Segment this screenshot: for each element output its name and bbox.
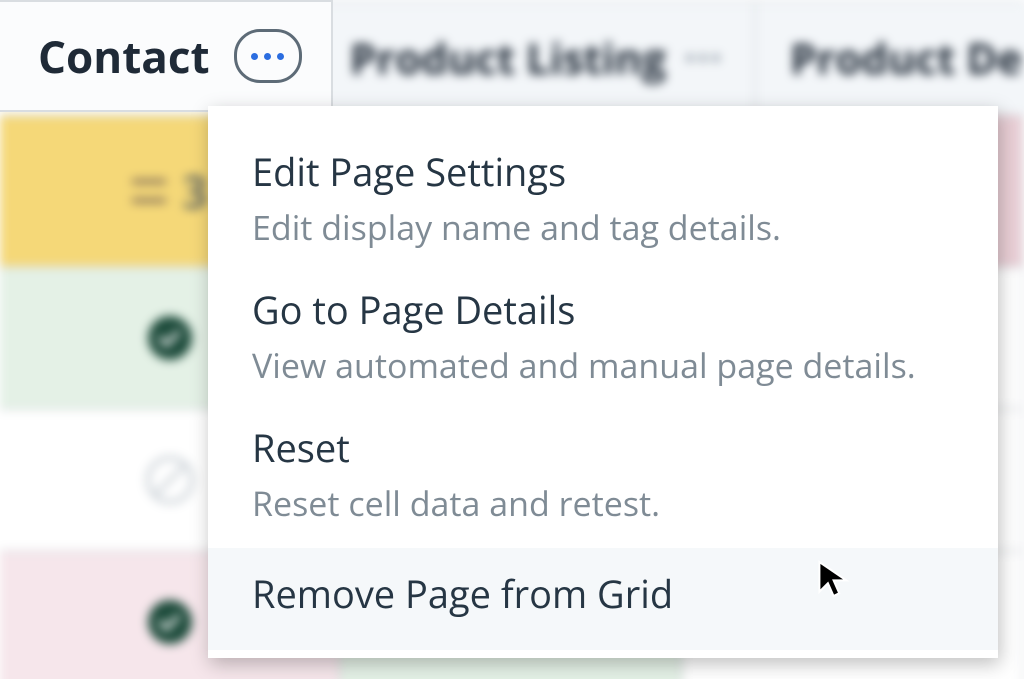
menu-item-desc: View automated and manual page details.: [252, 342, 954, 388]
page-context-menu: Edit Page Settings Edit display name and…: [208, 106, 998, 658]
menu-item-title: Reset: [252, 422, 954, 474]
tab-contact-active[interactable]: Contact: [0, 0, 333, 112]
menu-item-title: Edit Page Settings: [252, 146, 954, 198]
menu-item-edit-page-settings[interactable]: Edit Page Settings Edit display name and…: [208, 134, 998, 272]
tab-product-detail[interactable]: Product De: [756, 2, 1024, 114]
menu-item-title: Remove Page from Grid: [252, 568, 954, 620]
tab-product-listing[interactable]: Product Listing: [316, 2, 756, 114]
check-icon: [148, 316, 192, 360]
check-icon: [148, 600, 192, 644]
tab-label: Contact: [38, 26, 210, 86]
menu-item-reset[interactable]: Reset Reset cell data and retest.: [208, 410, 998, 548]
menu-item-title: Go to Page Details: [252, 284, 954, 336]
more-icon[interactable]: [234, 29, 302, 83]
null-icon: [146, 456, 194, 504]
tab-label: Product De: [790, 30, 1022, 87]
menu-item-desc: Reset cell data and retest.: [252, 480, 954, 526]
cell-value: 3: [182, 161, 207, 221]
more-icon[interactable]: [686, 54, 720, 62]
tab-label: Product Listing: [350, 30, 666, 87]
menu-item-remove-page-from-grid[interactable]: Remove Page from Grid: [208, 548, 998, 650]
list-icon: [132, 177, 166, 205]
menu-item-desc: Edit display name and tag details.: [252, 204, 954, 250]
menu-item-go-to-page-details[interactable]: Go to Page Details View automated and ma…: [208, 272, 998, 410]
